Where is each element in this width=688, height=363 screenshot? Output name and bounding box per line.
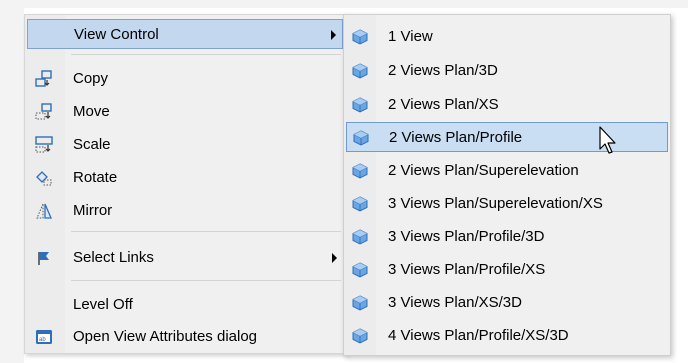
copy-icon <box>35 70 53 88</box>
menu-item-view-control[interactable]: View Control <box>27 19 343 49</box>
mouse-cursor-icon <box>599 126 616 154</box>
scale-icon <box>35 136 53 154</box>
menu-item-label: Rotate <box>73 169 118 186</box>
menu-item-label: Open View Attributes dialog <box>73 328 258 345</box>
submenu-arrow-icon <box>331 30 336 40</box>
submenu-item-2-views-plan-3d[interactable]: 2 Views Plan/3D <box>346 56 668 86</box>
menu-separator <box>71 231 341 232</box>
menu-item-move[interactable]: Move <box>27 97 343 127</box>
view-control-submenu: 1 View 2 Views Plan/3D 2 Views Plan/XS 2… <box>343 14 671 356</box>
submenu-item-label: 2 Views Plan/Superelevation <box>388 162 579 179</box>
view-cube-icon <box>352 229 368 245</box>
submenu-item-label: 3 Views Plan/XS/3D <box>388 294 522 311</box>
submenu-item-label: 3 Views Plan/Profile/XS <box>388 261 546 278</box>
submenu-arrow-icon <box>332 253 337 263</box>
submenu-item-label: 1 View <box>388 28 433 45</box>
view-cube-icon <box>353 130 369 146</box>
menu-item-mirror[interactable]: Mirror <box>27 196 343 226</box>
menu-item-copy[interactable]: Copy <box>27 64 343 94</box>
menu-item-open-view-attributes[interactable]: ab Open View Attributes dialog <box>27 322 343 352</box>
view-cube-icon <box>352 328 368 344</box>
view-cube-icon <box>352 163 368 179</box>
menu-item-scale[interactable]: Scale <box>27 130 343 160</box>
submenu-item-label: 4 Views Plan/Profile/XS/3D <box>388 327 569 344</box>
submenu-item-label: 2 Views Plan/XS <box>388 96 499 113</box>
view-cube-icon <box>352 29 368 45</box>
view-cube-icon <box>352 295 368 311</box>
menu-item-rotate[interactable]: Rotate <box>27 163 343 193</box>
menu-separator <box>71 54 341 55</box>
menu-item-label: Move <box>73 103 110 120</box>
submenu-item-label: 3 Views Plan/Profile/3D <box>388 228 545 245</box>
view-cube-icon <box>352 97 368 113</box>
menu-item-label: Scale <box>73 136 111 153</box>
submenu-item-3-views-plan-superelevation-xs[interactable]: 3 Views Plan/Superelevation/XS <box>346 189 668 219</box>
menu-item-select-links[interactable]: Select Links <box>27 243 343 273</box>
view-cube-icon <box>352 262 368 278</box>
submenu-item-4-views-plan-profile-xs-3d[interactable]: 4 Views Plan/Profile/XS/3D <box>346 321 668 351</box>
mirror-icon <box>35 202 53 220</box>
submenu-item-3-views-plan-xs-3d[interactable]: 3 Views Plan/XS/3D <box>346 288 668 318</box>
select-links-icon <box>35 249 53 267</box>
submenu-item-2-views-plan-superelevation[interactable]: 2 Views Plan/Superelevation <box>346 156 668 186</box>
submenu-item-label: 2 Views Plan/Profile <box>389 129 523 146</box>
menu-item-level-off[interactable]: Level Off <box>27 290 343 320</box>
view-cube-icon <box>352 63 368 79</box>
submenu-item-3-views-plan-profile-3d[interactable]: 3 Views Plan/Profile/3D <box>346 222 668 252</box>
submenu-item-2-views-plan-xs[interactable]: 2 Views Plan/XS <box>346 90 668 120</box>
menu-item-label: Select Links <box>73 249 154 266</box>
menu-item-label: View Control <box>74 26 159 43</box>
submenu-item-label: 3 Views Plan/Superelevation/XS <box>388 195 603 212</box>
menu-item-label: Mirror <box>73 202 113 219</box>
menu-item-label: Copy <box>73 70 109 87</box>
view-attributes-icon: ab <box>35 328 53 346</box>
move-icon <box>35 103 53 121</box>
submenu-item-3-views-plan-profile-xs[interactable]: 3 Views Plan/Profile/XS <box>346 255 668 285</box>
submenu-item-label: 2 Views Plan/3D <box>388 62 498 79</box>
context-menu: View Control Copy Move Scale Rotate Mirr… <box>24 14 348 354</box>
rotate-icon <box>35 169 53 187</box>
submenu-item-1-view[interactable]: 1 View <box>346 22 668 52</box>
menu-separator <box>71 280 341 281</box>
view-cube-icon <box>352 196 368 212</box>
svg-text:ab: ab <box>39 337 46 343</box>
menu-item-label: Level Off <box>73 296 133 313</box>
